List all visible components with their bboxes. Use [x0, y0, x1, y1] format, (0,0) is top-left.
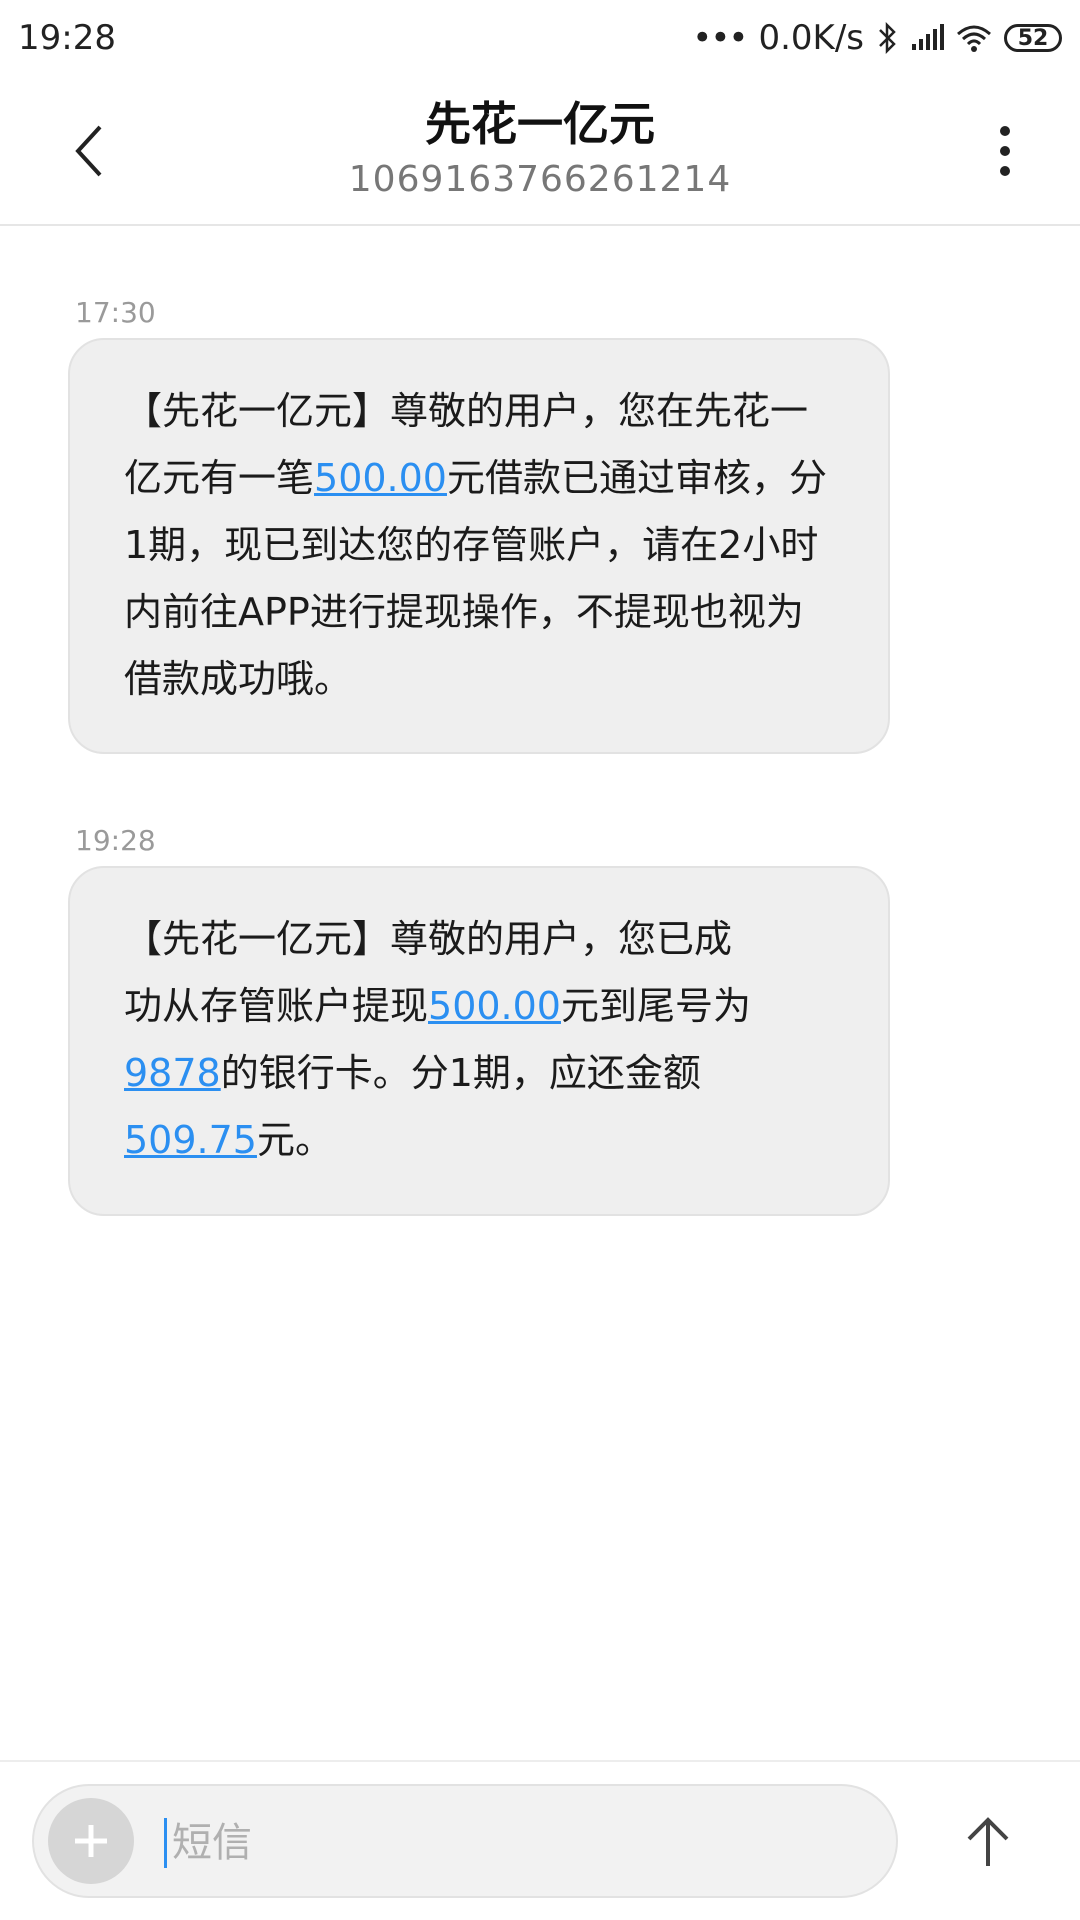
amount-link[interactable]: 500.00 [428, 984, 561, 1028]
text-cursor [164, 1818, 167, 1868]
more-options-button[interactable] [970, 116, 1040, 186]
more-dots-icon: ••• [692, 18, 748, 58]
network-speed: 0.0K/s [758, 18, 864, 58]
wifi-icon [957, 25, 991, 52]
compose-field[interactable] [32, 1784, 898, 1898]
card-number-link[interactable]: 9878 [124, 1051, 221, 1095]
message-timestamp: 19:28 [75, 824, 156, 857]
more-vertical-icon [1000, 126, 1010, 176]
contact-name: 先花一亿元 [425, 97, 655, 151]
signal-icon [912, 24, 944, 50]
amount-link[interactable]: 509.75 [124, 1118, 257, 1162]
message-bubble[interactable]: 【先花一亿元】尊敬的用户，您在先花一亿元有一笔500.00元借款已通过审核，分1… [68, 338, 890, 754]
send-button[interactable] [946, 1800, 1030, 1884]
arrow-up-icon [967, 1817, 1009, 1866]
battery-icon: 52 [1004, 24, 1062, 52]
battery-level: 52 [1017, 25, 1049, 51]
message-text: 元。 [256, 1118, 333, 1162]
contact-number: 1069163766261214 [348, 159, 732, 200]
message-timestamp: 17:30 [75, 296, 156, 329]
add-attachment-button[interactable] [48, 1798, 134, 1884]
message-text: 的银行卡。分1期，应还金额 [220, 1051, 701, 1095]
status-bar: 19:28 ••• 0.0K/s 52 [0, 0, 1080, 76]
plus-icon [75, 1825, 107, 1857]
sms-input[interactable] [170, 1810, 854, 1876]
message-composer [0, 1760, 1080, 1920]
message-text: 元到尾号为 [560, 984, 751, 1028]
conversation-header: 先花一亿元 1069163766261214 [0, 76, 1080, 226]
status-icons: ••• 0.0K/s 52 [692, 18, 1062, 58]
status-time: 19:28 [18, 18, 116, 58]
amount-link[interactable]: 500.00 [314, 456, 447, 500]
sms-conversation-screen: 19:28 ••• 0.0K/s 52 先花一亿元 10691637662612… [0, 0, 1080, 1920]
contact-title: 先花一亿元 1069163766261214 [0, 96, 1080, 202]
bluetooth-icon [879, 22, 896, 54]
message-bubble[interactable]: 【先花一亿元】尊敬的用户，您已成功从存管账户提现500.00元到尾号为9878的… [68, 866, 890, 1216]
